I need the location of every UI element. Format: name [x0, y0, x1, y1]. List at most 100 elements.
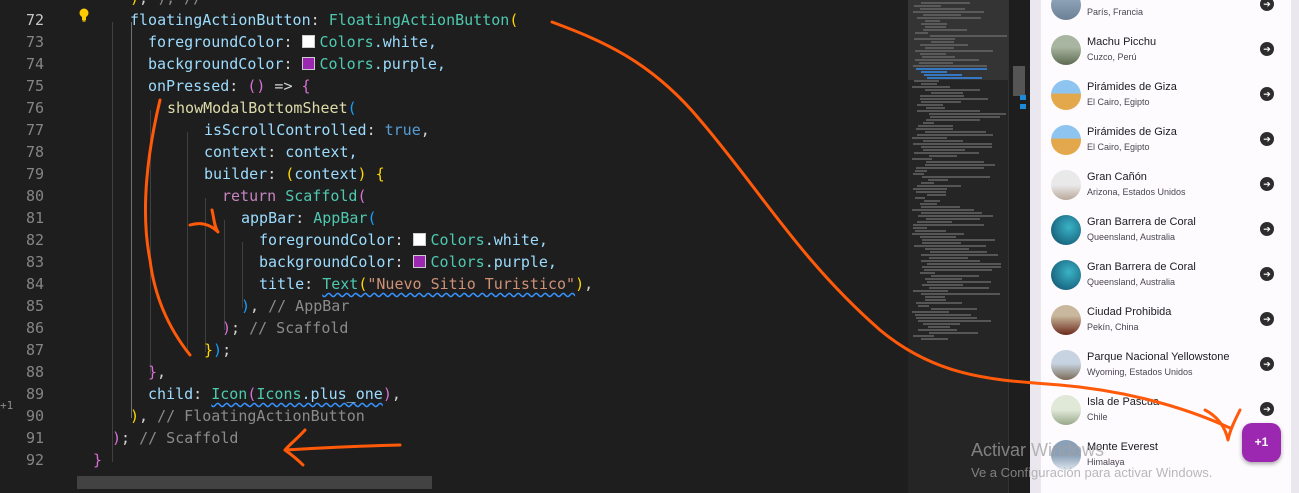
- minimap-line: [927, 194, 946, 196]
- code-line-82: foregroundColor: Colors.white,: [259, 231, 548, 249]
- minimap-line: [913, 11, 984, 13]
- arrow-forward-icon[interactable]: ➔: [1260, 0, 1274, 11]
- list-item[interactable]: Gran Barrera de Coral Queensland, Austral…: [1041, 254, 1291, 299]
- minimap-line: [912, 86, 950, 88]
- code-editor[interactable]: 72 73 74 75 76 77 78 79 80 81 82 83 84 85 86 87 88 89 90 91…: [0, 0, 908, 493]
- code-line-74: backgroundColor: Colors.purple,: [148, 55, 446, 73]
- arrow-forward-icon[interactable]: ➔: [1260, 222, 1274, 236]
- minimap-line: [930, 251, 987, 253]
- list-item[interactable]: Gran Barrera de Coral Queensland, Austral…: [1041, 209, 1291, 254]
- minimap-line: [917, 134, 993, 136]
- minimap-line: [914, 152, 979, 154]
- minimap-line: [921, 182, 934, 184]
- minimap-line: [921, 212, 982, 214]
- minimap-line: [916, 68, 987, 70]
- minimap-line: [916, 302, 962, 304]
- arrow-forward-icon[interactable]: ➔: [1260, 87, 1274, 101]
- minimap-line: [921, 23, 947, 25]
- arrow-forward-icon[interactable]: ➔: [1260, 402, 1274, 416]
- minimap-line: [925, 299, 946, 301]
- overview-ruler-marker: [1020, 95, 1026, 100]
- minimap-line: [920, 203, 937, 205]
- color-swatch-white: [301, 35, 315, 48]
- minimap-line: [925, 296, 945, 298]
- minimap-line: [928, 179, 948, 181]
- scrollbar-thumb[interactable]: [1013, 66, 1025, 96]
- minimap-line: [930, 35, 1007, 37]
- place-avatar: [1051, 80, 1081, 110]
- minimap-line: [931, 92, 963, 94]
- minimap-line: [921, 254, 998, 256]
- color-swatch-white: [412, 233, 426, 246]
- list-item[interactable]: Pirámides de Giza El Cairo, Egipto ➔: [1041, 74, 1291, 119]
- code-line-76: showModalBottomSheet(: [167, 99, 357, 117]
- list-item[interactable]: Machu Picchu Cuzco, Perú ➔: [1041, 29, 1291, 74]
- arrow-forward-icon[interactable]: ➔: [1260, 267, 1274, 281]
- color-swatch-purple: [301, 57, 315, 70]
- list-item[interactable]: Pirámides de Giza El Cairo, Egipto ➔: [1041, 119, 1291, 164]
- minimap-line: [921, 101, 961, 103]
- minimap-line: [921, 71, 947, 73]
- minimap-line: [915, 32, 928, 34]
- minimap-line: [924, 269, 992, 271]
- place-avatar: [1051, 440, 1081, 470]
- minimap-line: [925, 131, 986, 133]
- minimap-line: [913, 224, 984, 226]
- minimap-line: [914, 5, 941, 7]
- place-subtitle: El Cairo, Egipto: [1087, 142, 1150, 152]
- minimap-line: [923, 323, 960, 325]
- minimap-line: [931, 275, 979, 277]
- minimap-line: [922, 56, 955, 58]
- minimap-line: [915, 170, 927, 172]
- place-subtitle: Arizona, Estados Unidos: [1087, 187, 1186, 197]
- minimap-line: [921, 206, 960, 208]
- place-subtitle: Himalaya: [1087, 457, 1125, 467]
- place-avatar: [1051, 170, 1081, 200]
- arrow-forward-icon[interactable]: ➔: [1260, 177, 1274, 191]
- minimap-line: [915, 314, 971, 316]
- minimap-line: [927, 263, 1001, 265]
- arrow-forward-icon[interactable]: ➔: [1260, 357, 1274, 371]
- plus-one-fab[interactable]: +1: [1242, 423, 1281, 462]
- vertical-scrollbar[interactable]: [1008, 0, 1031, 493]
- arrow-forward-icon[interactable]: ➔: [1260, 312, 1274, 326]
- minimap-line: [925, 248, 969, 250]
- minimap-line: [918, 329, 957, 331]
- code-line-79: builder: (context) {: [204, 165, 385, 183]
- minimap[interactable]: [908, 0, 1008, 493]
- minimap-line: [920, 53, 946, 55]
- minimap-line: [926, 218, 980, 220]
- code-line-78: context: context,: [204, 143, 358, 161]
- list-item[interactable]: Torre Eiffel París, Francia ➔: [1041, 0, 1291, 29]
- horizontal-scrollbar[interactable]: [77, 476, 432, 489]
- list-item[interactable]: Parque Nacional Yellowstone Wyoming, Esta…: [1041, 344, 1291, 389]
- place-subtitle: Pekín, China: [1087, 322, 1139, 332]
- minimap-line: [925, 164, 995, 166]
- minimap-line: [921, 293, 1000, 295]
- list-item[interactable]: Gran Cañón Arizona, Estados Unidos ➔: [1041, 164, 1291, 209]
- list-item[interactable]: Ciudad Prohibida Pekín, China ➔: [1041, 299, 1291, 344]
- minimap-line: [922, 242, 961, 244]
- minimap-line: [917, 221, 952, 223]
- minimap-line: [912, 311, 949, 313]
- minimap-line: [921, 2, 970, 4]
- places-list[interactable]: Torre Eiffel París, Francia ➔ Machu Picchu C…: [1041, 0, 1291, 493]
- place-subtitle: Queensland, Australia: [1087, 232, 1176, 242]
- minimap-line: [923, 29, 967, 31]
- minimap-line: [925, 26, 946, 28]
- minimap-line: [921, 260, 980, 262]
- place-avatar: [1051, 305, 1081, 335]
- code-line-75: onPressed: () => {: [148, 77, 311, 95]
- emulator-screen[interactable]: Torre Eiffel París, Francia ➔ Machu Picchu C…: [1030, 0, 1299, 493]
- minimap-line: [931, 308, 977, 310]
- minimap-line: [918, 125, 953, 127]
- arrow-forward-icon[interactable]: ➔: [1260, 42, 1274, 56]
- minimap-line: [912, 233, 964, 235]
- minimap-line: [918, 215, 993, 217]
- overview-ruler-marker: [1020, 104, 1026, 109]
- minimap-line: [926, 161, 984, 163]
- arrow-forward-icon[interactable]: ➔: [1260, 132, 1274, 146]
- minimap-line: [925, 278, 962, 280]
- minimap-line: [915, 230, 946, 232]
- minimap-line: [921, 146, 992, 148]
